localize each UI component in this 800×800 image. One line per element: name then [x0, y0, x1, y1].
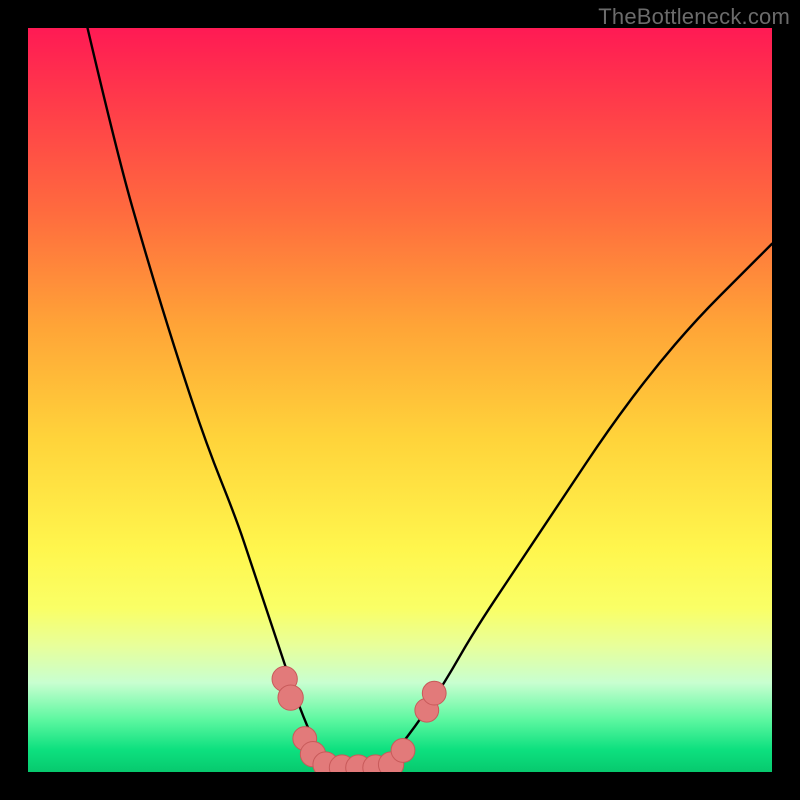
chart-frame: TheBottleneck.com — [0, 0, 800, 800]
watermark-text: TheBottleneck.com — [598, 4, 790, 30]
chart-markers — [272, 666, 446, 772]
chart-curve — [88, 28, 772, 770]
chart-marker — [422, 681, 446, 705]
chart-svg — [28, 28, 772, 772]
chart-marker — [391, 739, 415, 763]
chart-plot-area — [28, 28, 772, 772]
bottleneck-curve — [88, 28, 772, 770]
chart-marker — [278, 685, 303, 710]
